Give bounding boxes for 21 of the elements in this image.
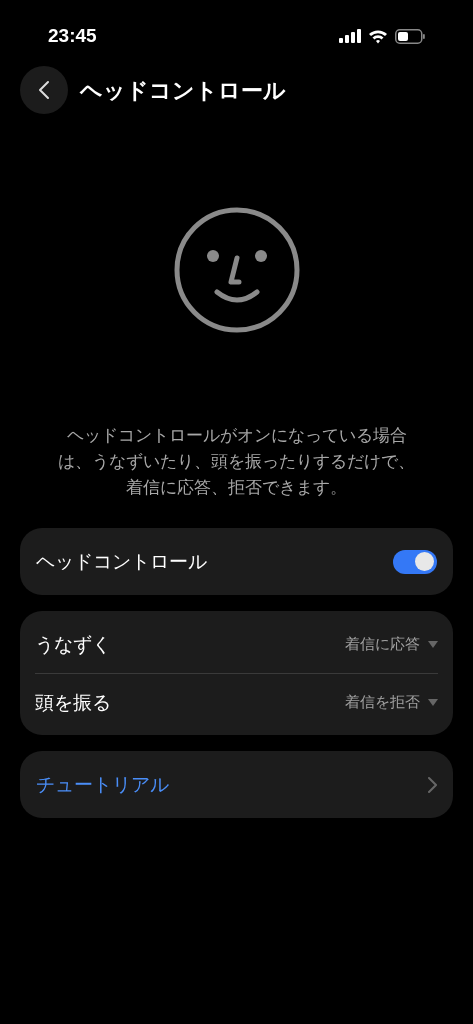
smiley-icon (172, 206, 301, 334)
toggle-switch[interactable] (393, 549, 437, 574)
back-icon (38, 80, 50, 100)
description-line: 着信に応答、拒否できます。 (126, 476, 347, 499)
action-dropdown[interactable]: 着信を拒否 (345, 691, 438, 714)
page-title: ヘッドコントロール (80, 76, 286, 105)
back-button[interactable] (20, 66, 68, 114)
wifi-icon (368, 28, 388, 44)
dropdown-icon (428, 640, 438, 648)
tutorial-link[interactable]: チュートリアル (20, 751, 453, 818)
description-line: ヘッドコントロールがオンになっている場合 (66, 424, 407, 447)
status-time: 23:45 (48, 23, 97, 48)
chevron-right-icon (427, 775, 437, 794)
gesture-label: 頭を振る (35, 690, 111, 716)
dropdown-icon (428, 699, 438, 706)
description-line: は、うなずいたり、頭を振ったりするだけで、 (58, 450, 415, 473)
toggle-label: ヘッドコントロール (36, 549, 207, 575)
action-dropdown[interactable]: 着信に応答 (345, 632, 438, 656)
signal-icon (339, 29, 361, 43)
battery-icon (395, 28, 425, 44)
gesture-label: うなずく (35, 631, 111, 657)
